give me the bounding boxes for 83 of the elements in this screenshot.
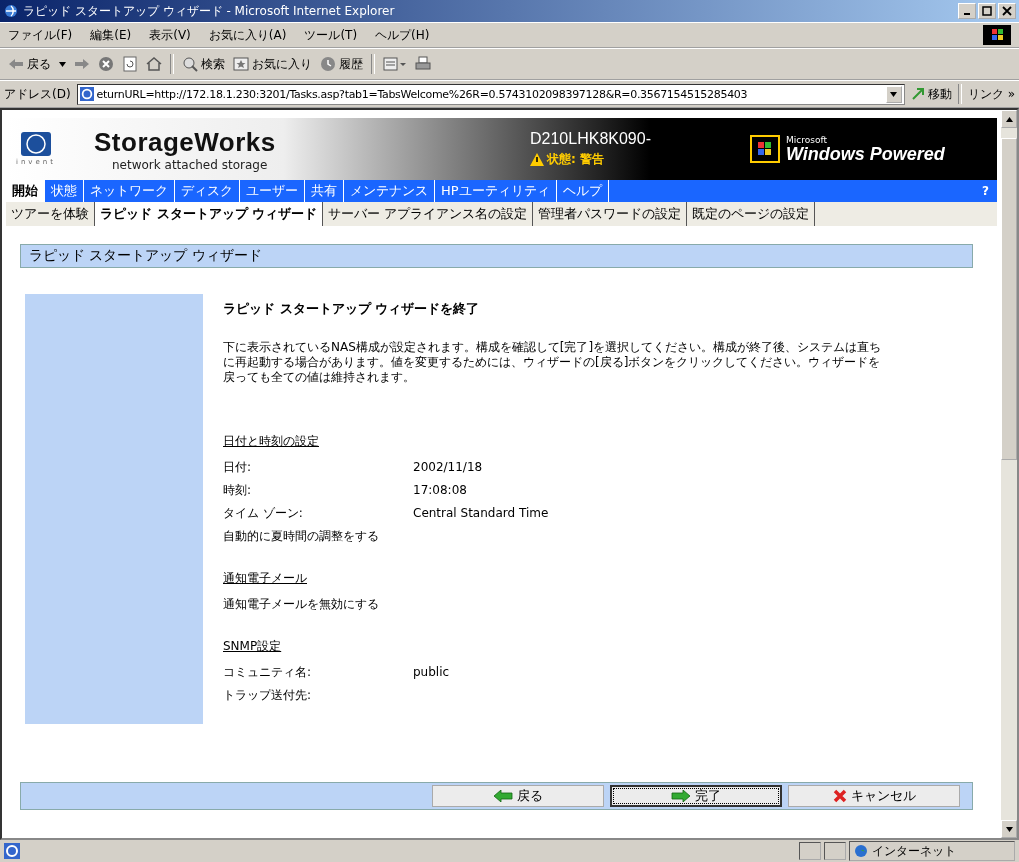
status-text: 状態: 警告 [547,151,604,168]
arrow-icon [910,87,925,101]
search-icon [182,56,198,72]
address-label: アドレス(D) [4,85,71,103]
maximize-icon [982,6,992,16]
scroll-up-button[interactable] [1001,110,1017,128]
setting-label: タイム ゾーン: [223,505,304,522]
windows-powered-badge: Microsoft Windows Powered [750,135,945,163]
status-bar-panel [824,842,846,860]
section-title: 通知電子メール [223,570,308,587]
minimize-button[interactable] [958,3,976,19]
product-name: StorageWorks [94,126,277,158]
finish-button[interactable]: 完了 [610,785,782,807]
browser-icon [3,3,19,19]
setting-label: 自動的に夏時間の調整をする [223,528,380,545]
product-tagline: network attached storage [111,157,269,172]
star-folder-icon [233,57,249,71]
setting-label: 時刻: [223,482,253,499]
history-button[interactable]: 履歴 [320,55,363,73]
intro-paragraph: 下に表示されているNAS構成が設定されます。構成を確認して[完了]を選択してください。構成が終了後、システムは直ちに再起動する場合があります。値を変更するためには、ウィザードの[戻る]ボタンをクリックしてください。ウィザードを戻っても全ての値は維持されます。 [223,340,883,385]
help-link[interactable]: ? [982,184,997,198]
up-caret-icon [1005,116,1013,122]
close-button[interactable] [998,3,1016,19]
wizard-heading: ラピッド スタートアップ ウィザードを終了 [223,300,481,318]
back-arrow-icon [8,58,24,70]
nav-tab[interactable]: 開始 [6,180,45,202]
page-icon [4,843,20,859]
status-bar-panel [799,842,821,860]
search-button[interactable]: 検索 [182,55,225,73]
cancel-button[interactable]: キャンセル [788,785,960,807]
security-zone: インターネット [872,842,956,860]
subnav-tab[interactable]: ラピッド スタートアップ ウィザード [95,202,324,226]
maximize-button[interactable] [978,3,996,19]
setting-value: public [413,664,450,681]
subnav-tab[interactable]: 既定のページの設定 [687,202,816,226]
x-icon [832,789,847,803]
setting-value: 17:08:08 [413,482,467,499]
scroll-thumb[interactable] [1001,138,1017,460]
setting-label: コミュニティ名: [223,664,313,681]
setting-value: Central Standard Time [413,505,549,522]
print-icon[interactable] [415,56,431,72]
setting-value: 2002/11/18 [413,459,483,476]
back-button[interactable]: 戻る [432,785,604,807]
menu-item[interactable]: ヘルプ(H) [375,26,430,44]
left-arrow-icon [493,790,513,802]
back-button[interactable]: 戻る [8,55,51,73]
subnav-tab[interactable]: サーバー アプライアンス名の設定 [323,202,534,226]
section-title: 日付と時刻の設定 [223,433,320,450]
dropdown-button[interactable] [885,85,902,103]
setting-label: トラップ送付先: [223,687,313,704]
favorites-button[interactable]: お気に入り [233,55,312,73]
menu-item[interactable]: 編集(E) [90,26,132,44]
go-button[interactable]: 移動 [910,85,952,103]
hp-logo-icon [21,132,51,156]
server-name: D210LHK8K090- [530,130,652,148]
vertical-scrollbar[interactable] [1001,110,1017,838]
setting-label: 通知電子メールを無効にする [223,596,380,613]
window-title: ラピッド スタートアップ ウィザード - Microsoft Internet Explorer [23,2,396,20]
menu-item[interactable]: お気に入り(A) [208,26,287,44]
globe-icon [854,844,868,858]
minimize-icon [964,13,970,15]
page-icon [79,87,94,101]
page-title: ラピッド スタートアップ ウィザード [29,247,262,265]
warning-icon [530,153,544,166]
right-arrow-icon [671,790,691,802]
address-field[interactable]: eturnURL=http://172.18.1.230:3201/Tasks.asp?tab1=TabsWelcome%26R=0.5743102098397128&R=0.3567154515285403 [76,83,905,105]
dropdown-caret-icon[interactable] [59,61,66,67]
stop-icon[interactable] [98,56,114,72]
refresh-icon[interactable] [122,56,138,72]
caret-icon [890,91,898,97]
home-icon[interactable] [146,56,162,72]
section-title: SNMP設定 [223,638,283,655]
menu-item[interactable]: ツール(T) [304,26,358,44]
down-caret-icon [1005,826,1013,832]
menu-item[interactable]: ファイル(F) [8,26,73,44]
setting-label: 日付: [223,459,253,476]
close-icon [1002,6,1012,16]
clock-icon [320,56,336,72]
menu-item[interactable]: 表示(V) [149,26,191,44]
subnav-tab[interactable]: 管理者パスワードの設定 [533,202,688,226]
windows-logo-icon [983,25,1011,45]
scroll-down-button[interactable] [1001,820,1017,838]
links-button[interactable]: リンク » [967,85,1015,103]
